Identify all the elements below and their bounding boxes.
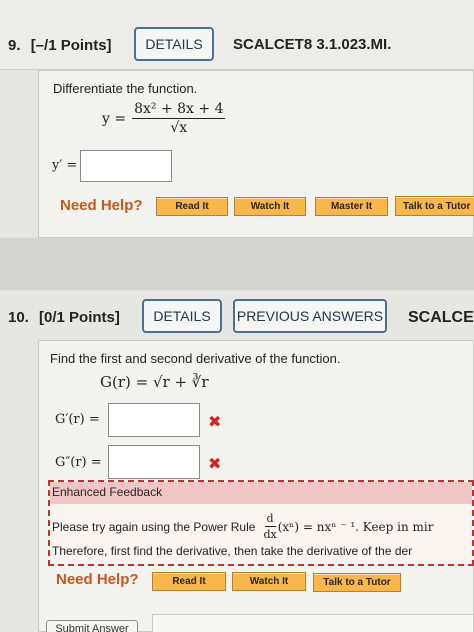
watch-it-button[interactable]: Watch It (234, 197, 306, 216)
watch-it-button[interactable]: Watch It (232, 572, 306, 591)
feedback-text: Please try again using the Power Rule (52, 519, 256, 534)
question-number: 9. (8, 37, 21, 54)
function-lhs: y = (102, 110, 127, 127)
fraction-denominator: √x (170, 120, 188, 136)
talk-to-tutor-button[interactable]: Talk to a Tutor (313, 573, 401, 592)
question-9-header (0, 0, 474, 70)
answer-area-box (152, 614, 474, 632)
enhanced-feedback-box: Enhanced Feedback Please try again using… (48, 480, 474, 566)
question-9-number: 9. [–/1 Points] (8, 37, 112, 54)
previous-answers-button[interactable]: PREVIOUS ANSWERS (233, 299, 387, 333)
question-points: [0/1 Points] (39, 309, 120, 326)
talk-to-tutor-button[interactable]: Talk to a Tutor (395, 196, 474, 216)
details-button[interactable]: DETAILS (142, 299, 222, 333)
master-it-button[interactable]: Master It (315, 197, 388, 216)
first-derivative-label: G′(r) = (55, 412, 100, 427)
details-button[interactable]: DETAILS (134, 27, 214, 61)
question-code: SCALCET8 3.1.023.MI. (233, 36, 392, 53)
function-expression: y = 8x² + 8x + 4 √x (102, 101, 226, 136)
question-prompt: Differentiate the function. (53, 81, 198, 96)
derivative-answer-input[interactable] (80, 150, 172, 182)
question-10-number: 10. [0/1 Points] (8, 309, 120, 326)
feedback-power-rule: Please try again using the Power Rule d … (52, 512, 433, 541)
need-help-label: Need Help? (56, 571, 139, 588)
incorrect-x-icon: ✖ (208, 414, 222, 431)
question-points: [–/1 Points] (30, 37, 112, 54)
second-derivative-label: G″(r) = (55, 455, 102, 470)
question-code: SCALCET (408, 309, 474, 326)
submit-answer-button[interactable]: Submit Answer (46, 620, 138, 632)
question-separator (0, 238, 474, 290)
need-help-label: Need Help? (60, 197, 143, 214)
second-derivative-input[interactable] (108, 445, 200, 479)
fraction-denominator: dx (263, 528, 277, 541)
read-it-button[interactable]: Read It (156, 197, 228, 216)
derivative-operator: d dx (263, 512, 276, 541)
feedback-title: Enhanced Feedback (50, 482, 472, 504)
answer-label: y′ = (52, 158, 78, 173)
question-prompt: Find the first and second derivative of … (50, 351, 341, 366)
first-derivative-input[interactable] (108, 403, 200, 437)
read-it-button[interactable]: Read It (152, 572, 226, 591)
function-fraction: 8x² + 8x + 4 √x (132, 101, 226, 136)
feedback-instruction: Therefore, first find the derivative, th… (52, 544, 413, 558)
function-expression: G(r) = √r + ∛r (100, 373, 209, 391)
fraction-numerator: d (264, 512, 276, 527)
fraction-numerator: 8x² + 8x + 4 (132, 101, 226, 119)
power-rule-formula: (xⁿ) = nxⁿ ⁻ ¹. Keep in mir (277, 519, 434, 534)
incorrect-x-icon: ✖ (208, 456, 222, 473)
question-number: 10. (8, 309, 29, 326)
